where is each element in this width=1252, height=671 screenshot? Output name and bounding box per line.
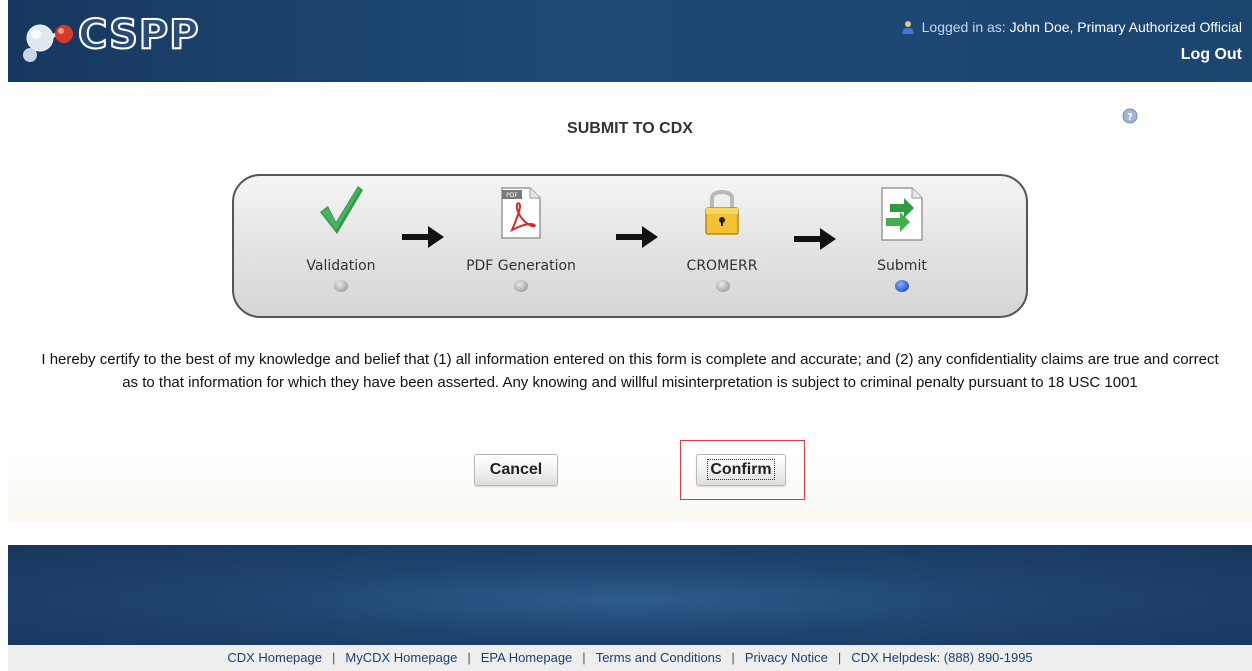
confirm-button[interactable]: Confirm <box>696 454 786 486</box>
footer-link-epa-homepage[interactable]: EPA Homepage <box>481 650 573 665</box>
logged-in-prefix: Logged in as: <box>921 19 1006 35</box>
arrow-right-icon <box>402 226 444 248</box>
step-status-submit <box>895 280 909 292</box>
footer-links: CDX Homepage | MyCDX Homepage | EPA Homepage… <box>8 645 1252 671</box>
footer-link-privacy[interactable]: Privacy Notice <box>745 650 828 665</box>
checkmark-icon <box>320 186 363 234</box>
footer-link-mycdx-homepage[interactable]: MyCDX Homepage <box>345 650 457 665</box>
step-status-pdf-generation <box>514 280 528 292</box>
app-header: CSPP Logged in as: John Doe, Primary Aut… <box>8 0 1252 82</box>
submit-document-icon <box>881 187 923 241</box>
footer-separator: | <box>467 650 471 665</box>
main-content: ? SUBMIT TO CDX Validation PDF PDF Gener… <box>8 82 1252 522</box>
submission-progress: Validation PDF PDF Generation CROMERR Su… <box>232 174 1028 318</box>
step-label-cromerr: CROMERR <box>686 258 758 274</box>
footer-link-cdx-homepage[interactable]: CDX Homepage <box>227 650 322 665</box>
cancel-button[interactable]: Cancel <box>474 454 558 486</box>
user-icon <box>901 21 914 34</box>
footer-separator: | <box>331 650 336 665</box>
step-status-validation <box>334 280 348 292</box>
footer-separator: | <box>837 650 842 665</box>
arrow-right-icon <box>616 226 658 248</box>
certification-statement: I hereby certify to the best of my knowl… <box>41 351 1219 391</box>
page-title: SUBMIT TO CDX <box>567 120 693 137</box>
footer-separator: | <box>731 650 735 665</box>
footer-link-helpdesk[interactable]: CDX Helpdesk: (888) 890-1995 <box>851 650 1032 665</box>
svg-text:PDF: PDF <box>506 192 518 199</box>
molecule-logo-icon <box>23 24 73 62</box>
footer-banner <box>8 545 1252 645</box>
confirm-button-label: Confirm <box>707 459 775 480</box>
arrow-right-icon <box>794 228 836 250</box>
footer-link-terms[interactable]: Terms and Conditions <box>596 650 722 665</box>
footer-separator: | <box>582 650 586 665</box>
step-label-validation: Validation <box>306 258 376 274</box>
step-status-cromerr <box>716 280 730 292</box>
logged-in-info: Logged in as: John Doe, Primary Authoriz… <box>901 19 1242 35</box>
pdf-icon: PDF <box>501 187 541 239</box>
lock-icon <box>705 190 739 235</box>
user-name: John Doe, Primary Authorized Official <box>1009 19 1242 35</box>
brand-name: CSPP <box>77 11 200 59</box>
step-label-submit: Submit <box>877 258 927 274</box>
logout-link[interactable]: Log Out <box>1181 46 1242 64</box>
step-label-pdf-generation: PDF Generation <box>466 258 576 274</box>
